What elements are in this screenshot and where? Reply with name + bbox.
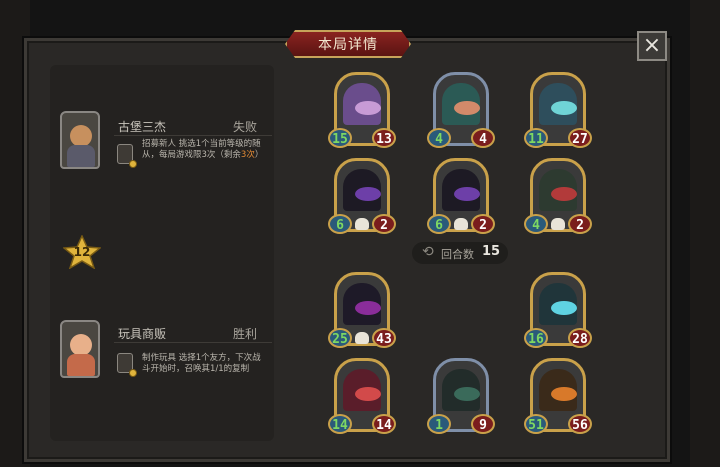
minion-art-highlight xyxy=(355,387,381,401)
minion-attack: 16 xyxy=(524,328,548,348)
player-2-result: 胜利 xyxy=(233,327,258,341)
tavern-tier-value: 12 xyxy=(73,245,91,259)
player-2-power-desc: 制作玩具 选择1个友方，下次战斗开始时，召唤其1/1的复制 xyxy=(142,353,268,375)
minion-health: 9 xyxy=(471,414,495,434)
hooded-reaper-minion-icon xyxy=(343,169,381,211)
minion-attack: 11 xyxy=(524,128,548,148)
minion-health: 4 xyxy=(471,128,495,148)
minion-attack: 25 xyxy=(328,328,352,348)
minion-card[interactable]: 19 xyxy=(427,358,495,434)
ghost-knight-minion-icon xyxy=(539,83,577,125)
minion-art-highlight xyxy=(355,101,381,115)
minion-card[interactable]: 51 56 xyxy=(524,358,592,434)
toy-merchant-portrait-icon[interactable] xyxy=(60,320,100,378)
blue-slime-ghost-minion-icon xyxy=(539,283,577,325)
player-1-divider xyxy=(114,135,272,136)
minion-art-highlight xyxy=(355,301,381,315)
player-2-name: 玩具商贩 xyxy=(118,327,167,341)
close-icon[interactable]: × xyxy=(643,33,661,58)
minion-attack: 51 xyxy=(524,414,548,434)
minion-art-highlight xyxy=(551,187,577,201)
hooded-reaper-minion-icon xyxy=(442,169,480,211)
power-1-remaining: 3次 xyxy=(240,150,255,160)
hero-body xyxy=(67,354,95,376)
minion-art-highlight xyxy=(454,187,480,201)
player-1-power-desc: 招募新人 挑选1个当前等级的随从，每局游戏限3次（剩余3次） xyxy=(142,139,268,161)
minion-art-highlight xyxy=(551,301,577,315)
coin-icon xyxy=(129,369,137,377)
minion-art-highlight xyxy=(454,101,480,115)
goblin-beast-minion-icon xyxy=(539,169,577,211)
player-2-divider xyxy=(114,342,272,343)
castle-trio-portrait-icon[interactable] xyxy=(60,111,100,169)
minion-card[interactable]: 15 13 xyxy=(328,72,396,148)
player-1-result: 失败 xyxy=(233,120,258,134)
power-2-text: 制作玩具 选择1个友方，下次战斗开始时，召唤其1/1的复制 xyxy=(142,353,261,374)
player-1-name: 古堡三杰 xyxy=(118,120,167,134)
minion-health: 27 xyxy=(568,128,592,148)
minion-attack: 4 xyxy=(427,128,451,148)
minion-card[interactable]: 62 xyxy=(328,158,396,234)
minion-attack: 6 xyxy=(427,214,451,234)
hero-face xyxy=(70,125,92,147)
minion-attack: 1 xyxy=(427,414,451,434)
minion-attack: 4 xyxy=(524,214,548,234)
shadow-wraith-minion-icon xyxy=(442,369,480,411)
minion-art-highlight xyxy=(551,387,577,401)
minion-attack: 15 xyxy=(328,128,352,148)
minion-card[interactable]: 14 14 xyxy=(328,358,396,434)
minion-health: 2 xyxy=(471,214,495,234)
minion-attack: 6 xyxy=(328,214,352,234)
coin-icon xyxy=(129,160,137,168)
minion-health: 56 xyxy=(568,414,592,434)
minion-health: 2 xyxy=(372,214,396,234)
turn-label: 回合数 xyxy=(441,248,474,261)
panel-title-text: 本局详情 xyxy=(318,37,378,53)
minion-card[interactable]: 25 43 xyxy=(328,272,396,348)
minion-health: 43 xyxy=(372,328,396,348)
deathrattle-skull-icon xyxy=(355,332,369,344)
minion-card[interactable]: 62 xyxy=(427,158,495,234)
minion-card[interactable]: 44 xyxy=(427,72,495,148)
dryad-minion-icon xyxy=(442,83,480,125)
close-button[interactable]: × xyxy=(637,31,667,61)
turn-value: 15 xyxy=(482,244,501,259)
minion-attack: 14 xyxy=(328,414,352,434)
minion-health: 28 xyxy=(568,328,592,348)
hero-face xyxy=(70,334,92,356)
deathrattle-skull-icon xyxy=(454,218,468,230)
dark-lord-minion-icon xyxy=(343,283,381,325)
minion-health: 14 xyxy=(372,414,396,434)
pumpkin-golem-minion-icon xyxy=(539,369,577,411)
minion-health: 13 xyxy=(372,128,396,148)
pirate-woman-minion-icon xyxy=(343,83,381,125)
minion-art-highlight xyxy=(551,101,577,115)
repeat-icon: ⟲ xyxy=(422,244,434,260)
minion-card[interactable]: 11 27 xyxy=(524,72,592,148)
deathrattle-skull-icon xyxy=(551,218,565,230)
jester-minion-icon xyxy=(343,369,381,411)
deathrattle-skull-icon xyxy=(355,218,369,230)
panel-title: 本局详情 xyxy=(285,30,411,58)
minion-art-highlight xyxy=(355,187,381,201)
hero-body xyxy=(67,145,95,167)
minion-card[interactable]: 42 xyxy=(524,158,592,234)
power-1-text-end: ） xyxy=(254,150,264,160)
right-backdrop xyxy=(690,0,720,467)
minion-art-highlight xyxy=(454,387,480,401)
minion-card[interactable]: 16 28 xyxy=(524,272,592,348)
minion-health: 2 xyxy=(568,214,592,234)
